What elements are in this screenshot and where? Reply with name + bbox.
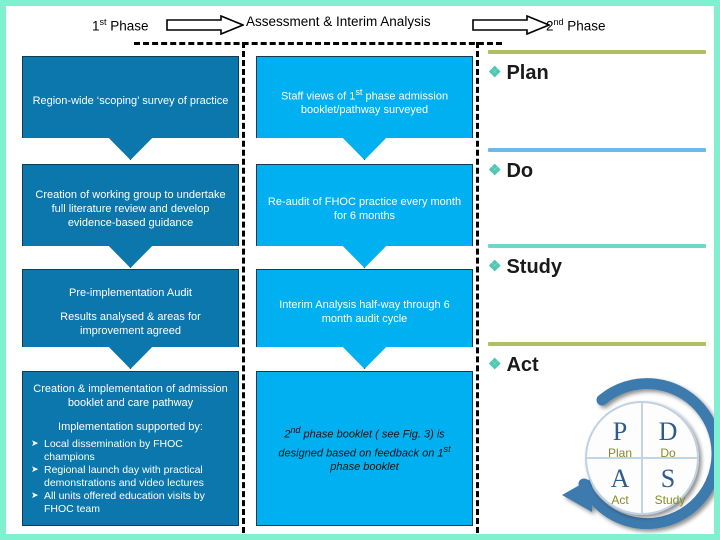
pdsa-label-study: Study	[506, 256, 563, 278]
flow-step-left-4: Creation & implementation of admission b…	[22, 371, 239, 526]
flow-step-left-3: Pre-implementation Audit Results analyse…	[22, 269, 239, 369]
diamond-bullet-icon: ❖	[488, 162, 502, 179]
pdsa-heading-do: ❖ Do	[488, 159, 706, 183]
pdsa-letter-s: S	[661, 464, 675, 493]
pdsa-label-act: Act	[506, 354, 539, 376]
pdsa-word-act: Act	[611, 493, 629, 507]
flow-step-mid-2-text: Re-audit of FHOC practice every month fo…	[267, 196, 462, 222]
pdsa-word-do: Do	[660, 446, 676, 460]
flow-step-mid-4-post: phase booklet	[330, 461, 399, 474]
flow-step-mid-1: Staff views of 1st phase admission bookl…	[256, 56, 473, 160]
pdsa-heading-study: ❖ Study	[488, 255, 706, 279]
diamond-bullet-icon: ❖	[488, 64, 502, 81]
pdsa-word-plan: Plan	[608, 446, 632, 460]
pdsa-label-plan: Plan	[506, 62, 549, 84]
header-dashed-divider	[134, 42, 502, 45]
diamond-bullet-icon: ❖	[488, 258, 502, 275]
flow-step-mid-4-mid: phase booklet ( see Fig. 3) is designed …	[278, 428, 445, 460]
column-divider-1	[242, 42, 245, 534]
list-item: All units offered education visits by FH…	[31, 489, 230, 516]
list-item: Regional launch day with practical demon…	[31, 463, 230, 490]
flow-step-mid-2: Re-audit of FHOC practice every month fo…	[256, 164, 473, 268]
pdsa-rule-study	[488, 244, 706, 248]
pdsa-rule-do	[488, 148, 706, 152]
column-divider-2	[476, 42, 479, 534]
flow-step-mid-3: Interim Analysis half-way through 6 mont…	[256, 269, 473, 369]
right-block-arrow-icon-1	[166, 15, 244, 35]
flow-step-mid-4-sup2: st	[443, 443, 451, 454]
flow-step-mid-4: 2nd phase booklet ( see Fig. 3) is desig…	[256, 371, 473, 526]
phase-1-suffix: st	[99, 17, 107, 27]
phase-1-number: 1	[92, 18, 100, 34]
pdsa-section-study: ❖ Study	[488, 244, 706, 279]
flow-step-left-2-text: Creation of working group to undertake f…	[35, 189, 226, 229]
flow-step-mid-4-sup1: nd	[290, 424, 301, 435]
flow-step-left-4-sub: Implementation supported by:	[58, 420, 203, 433]
list-item: Local dissemination by FHOC champions	[31, 437, 230, 464]
pdsa-section-do: ❖ Do	[488, 148, 706, 183]
flow-step-mid-1-text: Staff views of 1st phase admission bookl…	[265, 85, 464, 118]
pdsa-letter-p: P	[613, 417, 627, 446]
pdsa-rule-act	[488, 342, 706, 346]
pdsa-label-do: Do	[506, 160, 534, 182]
pdsa-rule-plan	[488, 50, 706, 54]
flow-step-left-3-title: Pre-implementation Audit	[69, 287, 192, 299]
flow-step-left-2: Creation of working group to undertake f…	[22, 164, 239, 268]
flow-step-left-3-sub: Results analysed & areas for improvement…	[60, 311, 201, 337]
pdsa-section-plan: ❖ Plan	[488, 50, 706, 85]
implementation-bullet-list: Local dissemination by FHOC champions Re…	[31, 437, 230, 516]
flow-step-mid-4-text: 2nd phase booklet ( see Fig. 3) is desig…	[265, 423, 464, 474]
phase-1-word: Phase	[106, 18, 149, 34]
pdsa-section-act: ❖ Act	[488, 342, 706, 377]
flow-step-left-1-text: Region-wide ‘scoping’ survey of practice	[32, 95, 229, 107]
pdsa-letter-a: A	[611, 464, 630, 493]
assessment-label: Assessment & Interim Analysis	[246, 14, 431, 29]
pdsa-letter-d: D	[659, 417, 678, 446]
flow-step-left-4-title: Creation & implementation of admission b…	[33, 382, 228, 409]
diamond-bullet-icon: ❖	[488, 356, 502, 373]
flow-step-mid-1-pre: Staff views of 1	[280, 90, 356, 103]
phase-1-label: 1st Phase	[92, 12, 149, 37]
flow-step-mid-3-text: Interim Analysis half-way through 6 mont…	[279, 299, 450, 325]
pdsa-heading-plan: ❖ Plan	[488, 61, 706, 85]
pdsa-word-study: Study	[655, 493, 686, 507]
slide-canvas: 1st Phase Assessment & Interim Analysis …	[0, 0, 720, 540]
flow-step-left-1: Region-wide ‘scoping’ survey of practice	[22, 56, 239, 160]
pdsa-cycle-diagram: P Plan D Do A Act S Study	[562, 378, 714, 530]
